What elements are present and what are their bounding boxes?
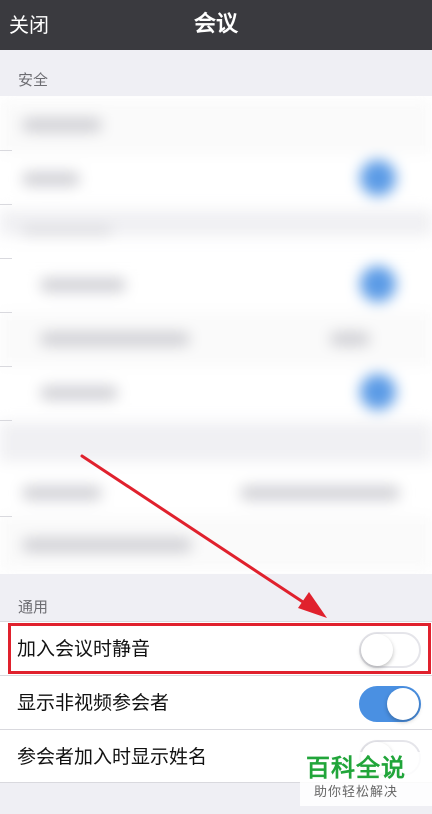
watermark-logo: 百科全说 助你轻松解决 (300, 752, 432, 806)
watermark-subtitle: 助你轻松解决 (314, 785, 399, 800)
annotation-arrow-icon (80, 454, 327, 618)
watermark-title: 百科全说 (306, 754, 406, 782)
